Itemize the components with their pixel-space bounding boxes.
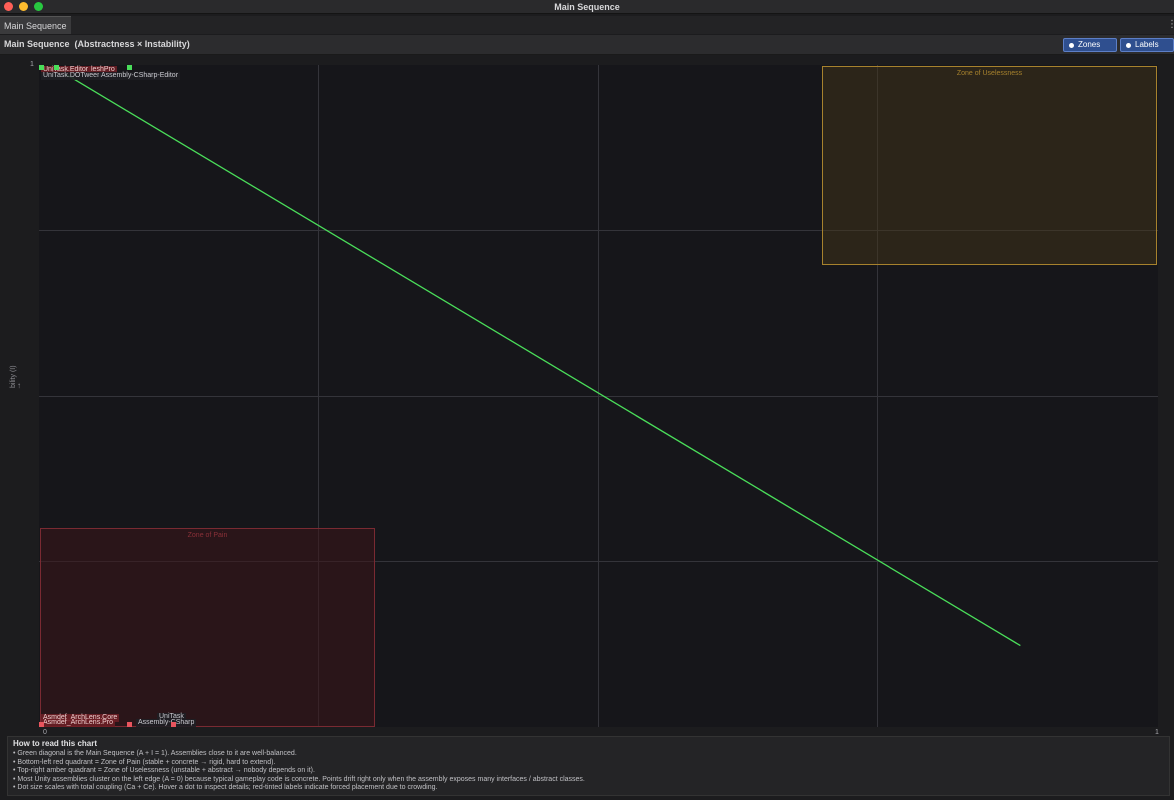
help-line: • Most Unity assemblies cluster on the l… xyxy=(13,775,585,783)
y-axis-label: bility (I) xyxy=(10,365,17,388)
help-line: • Top-right amber quadrant = Zone of Use… xyxy=(13,767,315,774)
x-tick-right: 1 xyxy=(1155,729,1159,736)
y-axis-arrow-icon: ↑ xyxy=(17,381,21,390)
minimize-window-button[interactable] xyxy=(19,2,28,11)
title-bar: Main Sequence xyxy=(0,0,1174,14)
assembly-point[interactable] xyxy=(39,65,44,70)
toggle-dot-icon xyxy=(1126,43,1131,48)
toolbar: Main Sequence (Abstractness × Instabilit… xyxy=(0,35,1174,55)
labels-toggle-label: Labels xyxy=(1135,40,1159,49)
assembly-point[interactable] xyxy=(53,65,59,70)
assembly-point[interactable] xyxy=(126,65,132,70)
zones-toggle-button[interactable]: Zones xyxy=(1063,38,1117,52)
zones-toggle-label: Zones xyxy=(1078,40,1101,49)
window-controls xyxy=(4,2,43,11)
help-list: • Green diagonal is the Main Sequence (A… xyxy=(13,750,1164,793)
label-archlens-pro[interactable]: Asmdef_ArchLens.Pro xyxy=(41,719,116,727)
label-unitask-dotween[interactable]: UniTask.DOTween xyxy=(41,72,103,80)
help-line: • Dot size scales with total coupling (C… xyxy=(13,784,438,791)
help-title: How to read this chart xyxy=(13,739,98,748)
page-title: Main Sequence (Abstractness × Instabilit… xyxy=(4,39,190,49)
y-tick-top: 1 xyxy=(30,61,34,68)
labels-toggle-button[interactable]: Labels xyxy=(1120,38,1174,52)
close-window-button[interactable] xyxy=(4,2,13,11)
main-sequence-diagonal xyxy=(61,71,1021,647)
label-assembly-csharp-editor[interactable]: Assembly-CSharp-Editor xyxy=(99,72,181,80)
help-panel: How to read this chart • Green diagonal … xyxy=(7,736,1170,796)
maximize-window-button[interactable] xyxy=(34,2,43,11)
x-tick-left: 0 xyxy=(43,729,47,736)
main-sequence-line xyxy=(61,71,1021,647)
window-title: Main Sequence xyxy=(554,1,620,12)
more-options-icon[interactable]: ⋮ xyxy=(1167,19,1174,31)
label-assembly-csharp[interactable]: Assembly-CSharp xyxy=(136,719,197,727)
assembly-point[interactable] xyxy=(171,722,177,727)
assembly-point[interactable] xyxy=(126,722,132,727)
tab-bar: Main Sequence ⋮ xyxy=(0,16,1174,34)
help-line: • Green diagonal is the Main Sequence (A… xyxy=(13,750,297,757)
main-sequence-plot[interactable]: Zone of Uselessness Zone of Pain UniTask… xyxy=(39,65,1158,727)
help-line: • Bottom-left red quadrant = Zone of Pai… xyxy=(13,758,276,766)
toggle-dot-icon xyxy=(1069,43,1074,48)
tab-main-sequence[interactable]: Main Sequence xyxy=(0,16,71,34)
assembly-point[interactable] xyxy=(39,722,44,727)
